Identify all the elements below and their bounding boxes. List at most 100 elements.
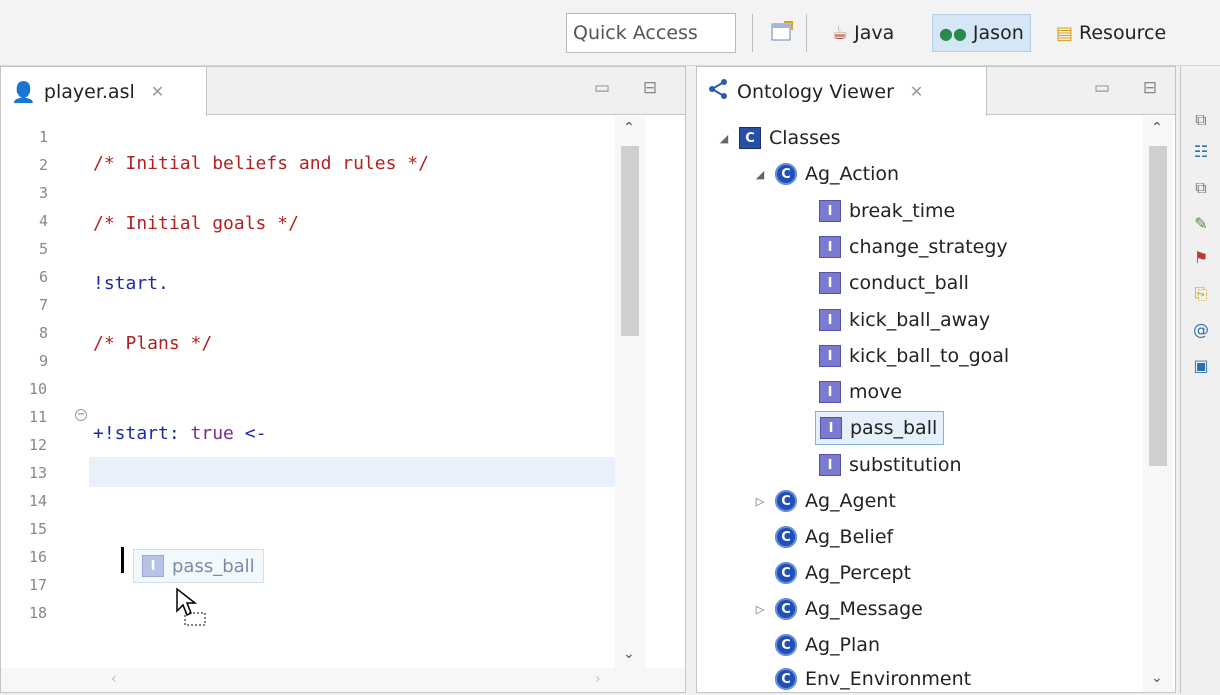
tree-node-ag-message[interactable]: ▷ C Ag_Message [753, 593, 923, 625]
tree-node-label: Ag_Message [805, 598, 923, 620]
restore-icon[interactable]: ⧉ [1191, 110, 1211, 130]
restore-icon[interactable]: ⧉ [1191, 178, 1211, 198]
individual-icon: I [819, 381, 841, 403]
tree-node-individual[interactable]: Ikick_ball_to_goal [819, 340, 1009, 372]
scroll-up-icon[interactable]: ⌃ [1151, 120, 1163, 136]
code-line-comment[interactable]: /* Initial goals */ [93, 213, 299, 234]
individual-icon: I [819, 200, 841, 222]
line-number: 12 [29, 436, 48, 454]
maximize-icon[interactable]: ⊟ [1141, 79, 1159, 97]
perspective-jason-button[interactable]: ●● Jason [932, 14, 1031, 52]
ontology-tabbar: Ontology Viewer ✕ ▭ ⊟ [697, 67, 1175, 116]
code-line-plan[interactable]: +!start: true <- [93, 423, 266, 444]
main-toolbar: Quick Access ☕ Java ●● Jason ▤ Resource [0, 0, 1220, 66]
tree-node-individual[interactable]: Ichange_strategy [819, 231, 1008, 263]
line-number: 4 [39, 212, 49, 230]
tree-node-individual[interactable]: Ibreak_time [819, 195, 955, 227]
tree-node-ag-percept[interactable]: C Ag_Percept [753, 557, 911, 589]
tree-node-individual[interactable]: Ikick_ball_away [819, 304, 990, 336]
outline-icon[interactable]: ☷ [1191, 142, 1211, 162]
editor-horizontal-scrollbar[interactable]: ‹ › [1, 668, 685, 692]
code-line-comment[interactable]: /* Initial beliefs and rules */ [93, 153, 429, 174]
editor-tabbar: 👤 player.asl ✕ ▭ ⊟ [1, 67, 685, 116]
drag-preview-pass-ball: I pass_ball [133, 549, 264, 583]
code-line-comment[interactable]: /* Plans */ [93, 333, 212, 354]
individual-icon: I [142, 555, 164, 577]
tree-node-ag-plan[interactable]: C Ag_Plan [753, 629, 880, 661]
line-number: 18 [29, 604, 48, 622]
line-number: 17 [29, 576, 48, 594]
line-number: 13 [29, 464, 48, 482]
search-view-icon[interactable]: ⎘ [1191, 284, 1211, 304]
tree-node-label: Classes [769, 127, 841, 149]
ontology-viewer-tab[interactable]: Ontology Viewer ✕ [697, 67, 987, 116]
console-icon[interactable]: ▣ [1191, 356, 1211, 376]
editor-panel: 👤 player.asl ✕ ▭ ⊟ 1 2 3 4 5 6 7 8 9 10 … [0, 66, 686, 693]
quick-access-input[interactable]: Quick Access [566, 13, 736, 53]
plan-context: true [179, 423, 245, 444]
line-number-gutter: 1 2 3 4 5 6 7 8 9 10 11 12 13 14 15 16 1… [1, 116, 89, 668]
line-number: 16 [29, 548, 48, 566]
scroll-down-icon[interactable]: ⌄ [1151, 670, 1163, 686]
tree-node-label: Env_Environment [805, 668, 972, 690]
minimize-icon[interactable]: ▭ [593, 79, 611, 97]
perspective-java-label: Java [854, 22, 895, 44]
ontology-panel: Ontology Viewer ✕ ▭ ⊟ ◢ C Classes ◢ C Ag… [696, 66, 1176, 693]
tree-node-individual-selected[interactable]: Ipass_ball [815, 411, 945, 445]
fold-collapse-icon[interactable]: − [75, 409, 87, 421]
javadoc-icon[interactable]: @ [1191, 320, 1211, 340]
tree-node-individual[interactable]: Imove [819, 376, 902, 408]
toolbar-separator [806, 14, 807, 52]
class-icon: C [775, 668, 797, 690]
tasks-icon[interactable]: ✎ [1191, 214, 1211, 234]
collapsed-icon[interactable]: ▷ [753, 495, 767, 508]
tree-node-label: Ag_Plan [805, 634, 880, 656]
tree-node-ag-agent[interactable]: ▷ C Ag_Agent [753, 485, 896, 517]
line-number: 7 [39, 296, 49, 314]
expanded-icon[interactable]: ◢ [753, 168, 767, 181]
individual-icon: I [819, 345, 841, 367]
ontology-scroll-thumb[interactable] [1149, 146, 1167, 466]
close-icon[interactable]: ✕ [910, 82, 923, 101]
line-number: 11 [29, 408, 48, 426]
scroll-right-icon[interactable]: › [595, 671, 601, 687]
line-number: 8 [39, 324, 49, 342]
plan-trigger: +!start: [93, 423, 180, 444]
scroll-up-icon[interactable]: ⌃ [623, 120, 635, 136]
open-perspective-icon[interactable] [770, 20, 794, 44]
editor-tab-player-asl[interactable]: 👤 player.asl ✕ [1, 67, 207, 116]
perspective-resource-button[interactable]: ▤ Resource [1050, 14, 1172, 52]
close-icon[interactable]: ✕ [151, 82, 164, 101]
minimize-icon[interactable]: ▭ [1093, 79, 1111, 97]
code-line-goal[interactable]: !start. [93, 273, 169, 294]
maximize-icon[interactable]: ⊟ [641, 79, 659, 97]
problems-icon[interactable]: ⚑ [1191, 248, 1211, 268]
plan-arrow: <- [244, 423, 267, 444]
tree-node-classes[interactable]: ◢ C Classes [717, 122, 841, 154]
tree-node-env-environment[interactable]: C Env_Environment [753, 663, 971, 695]
expanded-icon[interactable]: ◢ [717, 132, 731, 145]
tree-node-label: kick_ball_away [849, 309, 991, 331]
tree-node-individual[interactable]: Isubstitution [819, 449, 962, 481]
line-number: 3 [39, 184, 49, 202]
scroll-down-icon[interactable]: ⌄ [623, 646, 635, 662]
tree-node-individual[interactable]: Iconduct_ball [819, 267, 969, 299]
ontology-vertical-scrollbar[interactable]: ⌃ ⌄ [1143, 116, 1173, 692]
individual-icon: I [819, 454, 841, 476]
collapsed-icon[interactable]: ▷ [753, 603, 767, 616]
class-icon: C [775, 526, 797, 548]
line-number: 5 [39, 240, 49, 258]
editor-scroll-thumb[interactable] [621, 146, 639, 336]
individual-icon: I [819, 272, 841, 294]
text-caret [121, 547, 124, 573]
line-number: 10 [29, 380, 48, 398]
tree-node-ag-belief[interactable]: C Ag_Belief [753, 521, 893, 553]
perspective-resource-label: Resource [1079, 22, 1167, 44]
tree-node-ag-action[interactable]: ◢ C Ag_Action [753, 158, 899, 190]
scroll-left-icon[interactable]: ‹ [111, 671, 117, 687]
perspective-java-button[interactable]: ☕ Java [826, 14, 900, 52]
tree-node-label: Ag_Action [805, 163, 900, 185]
editor-vertical-scrollbar[interactable]: ⌃ ⌄ [615, 116, 645, 668]
current-line-highlight [89, 457, 619, 487]
perspective-jason-label: Jason [972, 22, 1024, 44]
